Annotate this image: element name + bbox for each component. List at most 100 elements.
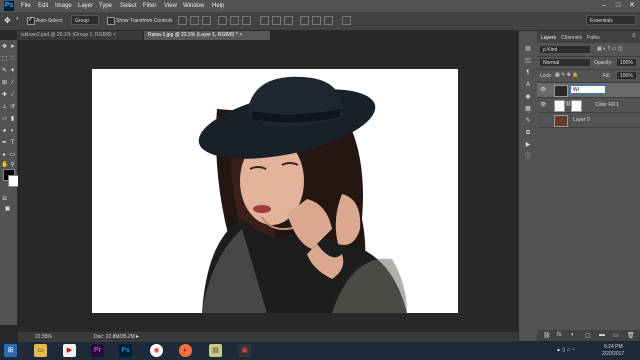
show-transform-checkbox[interactable] <box>107 17 115 25</box>
app-icon[interactable]: ▣ <box>238 344 251 357</box>
dock-actions-icon[interactable]: ▶ <box>524 141 532 149</box>
mask-icon[interactable]: ◐ <box>571 332 575 338</box>
adjustment-icon[interactable]: ▢ <box>585 332 591 339</box>
menu-help[interactable]: Help <box>212 0 224 12</box>
align-right-icon[interactable] <box>242 16 251 25</box>
crop-tool-icon[interactable]: ⊞ <box>1 79 8 87</box>
dock-info-icon[interactable]: ⓘ <box>524 153 532 161</box>
firefox-icon[interactable]: ◐ <box>179 344 192 357</box>
opacity-input[interactable]: 100% <box>616 58 637 67</box>
quick-mask-icon[interactable]: ◘ <box>1 195 8 203</box>
arrow-tool-icon[interactable]: ➤ <box>9 43 16 51</box>
zoom-level[interactable]: 22.55% <box>35 334 52 340</box>
shape-tool-icon[interactable]: ▭ <box>9 151 16 159</box>
eraser-tool-icon[interactable]: ▱ <box>1 115 8 123</box>
maximize-button[interactable]: □ <box>612 1 624 11</box>
fill-input[interactable]: 100% <box>616 71 637 80</box>
dock-swatches-icon[interactable]: ▦ <box>524 105 532 113</box>
magic-wand-tool-icon[interactable]: ✦ <box>9 67 16 75</box>
file-explorer-icon[interactable]: ▭ <box>34 344 47 357</box>
layer-row-color-fill[interactable]: 👁 ⛓ Color Fill 1 <box>537 98 640 113</box>
menu-window[interactable]: Window <box>183 0 204 12</box>
status-arrow-icon[interactable]: ▸ <box>136 333 139 340</box>
quick-select-tool-icon[interactable]: ✎ <box>1 67 8 75</box>
hand-tool-icon[interactable]: ✋ <box>1 161 8 169</box>
chrome-icon[interactable]: ◉ <box>150 344 163 357</box>
menu-filter[interactable]: Filter <box>143 0 156 12</box>
menu-view[interactable]: View <box>164 0 177 12</box>
align-vcenter-icon[interactable] <box>190 16 199 25</box>
menu-image[interactable]: Image <box>55 0 72 12</box>
distribute-right-icon[interactable] <box>324 16 333 25</box>
lock-icons[interactable]: ▦ ✎ ✥ 🔒 <box>555 72 579 78</box>
dock-clone-icon[interactable]: ⧉ <box>524 129 532 137</box>
menu-file[interactable]: File <box>21 0 31 12</box>
tray-icons[interactable]: ▲ ▯ ♫ ◔ <box>556 347 575 353</box>
menu-select[interactable]: Select <box>120 0 137 12</box>
screen-mode-icon[interactable]: ▣ <box>4 205 11 213</box>
layer-name-input[interactable]: Wi <box>570 85 606 94</box>
align-top-icon[interactable] <box>178 16 187 25</box>
layer-row-layer0[interactable]: Layer 0 <box>537 113 640 128</box>
lasso-tool-icon[interactable]: ➰ <box>9 55 16 63</box>
align-left-icon[interactable] <box>218 16 227 25</box>
stamp-tool-icon[interactable]: ⊥ <box>1 103 8 111</box>
gradient-tool-icon[interactable]: ▮ <box>9 115 16 123</box>
menu-layer[interactable]: Layer <box>78 0 93 12</box>
move-tool-preset-icon[interactable]: ✥ <box>4 16 14 26</box>
workspace-dropdown[interactable]: Essentials <box>586 15 636 25</box>
marquee-tool-icon[interactable]: ⬚ <box>1 55 8 63</box>
distribute-bottom-icon[interactable] <box>284 16 293 25</box>
document-canvas[interactable] <box>92 69 458 313</box>
dock-styles-icon[interactable]: ◉ <box>524 93 532 101</box>
clock-date[interactable]: 2/20/2017 <box>602 351 624 357</box>
fx-icon[interactable]: fx <box>557 332 562 338</box>
menu-edit[interactable]: Edit <box>38 0 48 12</box>
move-tool-icon[interactable]: ✥ <box>1 43 8 51</box>
dock-history-icon[interactable]: ▤ <box>524 45 532 53</box>
start-button-icon[interactable]: ⊞ <box>4 344 17 357</box>
visibility-eye-icon[interactable]: 👁 <box>540 87 546 93</box>
eyedropper-tool-icon[interactable]: ⁄ <box>9 79 16 87</box>
blur-tool-icon[interactable]: ● <box>1 127 8 135</box>
distribute-left-icon[interactable] <box>300 16 309 25</box>
media-player-icon[interactable]: ▶ <box>63 344 76 357</box>
distribute-hcenter-icon[interactable] <box>312 16 321 25</box>
trash-icon[interactable]: 🗑 <box>627 332 635 339</box>
group-icon[interactable]: ▬ <box>599 332 605 338</box>
align-hcenter-icon[interactable] <box>230 16 239 25</box>
brush-tool-icon[interactable]: ∕ <box>9 91 16 99</box>
distribute-vcenter-icon[interactable] <box>272 16 281 25</box>
blend-mode-dropdown[interactable]: Normal <box>539 58 591 67</box>
preset-dropdown-icon[interactable]: ▾ <box>16 16 19 22</box>
tab-channels[interactable]: Channels <box>561 34 582 42</box>
dock-properties-icon[interactable]: ◫ <box>524 57 532 65</box>
premiere-icon[interactable]: Pr <box>91 344 104 357</box>
history-brush-tool-icon[interactable]: ↺ <box>9 103 16 111</box>
link-layers-icon[interactable]: ⛓ <box>543 332 551 339</box>
filter-icons[interactable]: ▦ ◐ T ▭ ◫ <box>597 46 623 52</box>
kind-filter-dropdown[interactable]: ρ Kind <box>539 45 591 54</box>
healing-tool-icon[interactable]: ✚ <box>1 91 8 99</box>
tab-raisa[interactable]: Raisa-1.jpg @ 22.5% (Layer 1, RGB/8) * × <box>144 31 270 40</box>
visibility-eye-icon[interactable]: 👁 <box>540 102 546 108</box>
new-layer-icon[interactable]: ▭ <box>613 332 619 339</box>
clock-time[interactable]: 6:24 PM <box>604 344 623 350</box>
photoshop-taskbar-icon[interactable]: Ps <box>119 344 132 357</box>
dodge-tool-icon[interactable]: ◐ <box>9 127 16 135</box>
auto-select-dropdown[interactable]: Group <box>71 15 99 25</box>
folder-icon[interactable]: ▤ <box>209 344 222 357</box>
dock-brush-icon[interactable]: ✎ <box>524 117 532 125</box>
dock-paragraph-icon[interactable]: ¶ <box>524 69 532 77</box>
dock-character-icon[interactable]: A <box>524 81 532 89</box>
minimize-button[interactable]: – <box>598 1 610 11</box>
menu-type[interactable]: Type <box>99 0 112 12</box>
layer-row-text[interactable]: 👁 Wi <box>537 83 640 98</box>
tab-istibum2[interactable]: istibum2.psd @ 20.1% (Group 1, RGB/8) × <box>17 31 143 40</box>
panel-menu-icon[interactable]: ≡ <box>632 33 636 39</box>
path-select-tool-icon[interactable]: ▸ <box>1 151 8 159</box>
close-button[interactable]: ✕ <box>626 1 638 11</box>
align-bottom-icon[interactable] <box>202 16 211 25</box>
tab-layers[interactable]: Layers <box>541 34 556 42</box>
auto-align-icon[interactable] <box>342 16 351 25</box>
